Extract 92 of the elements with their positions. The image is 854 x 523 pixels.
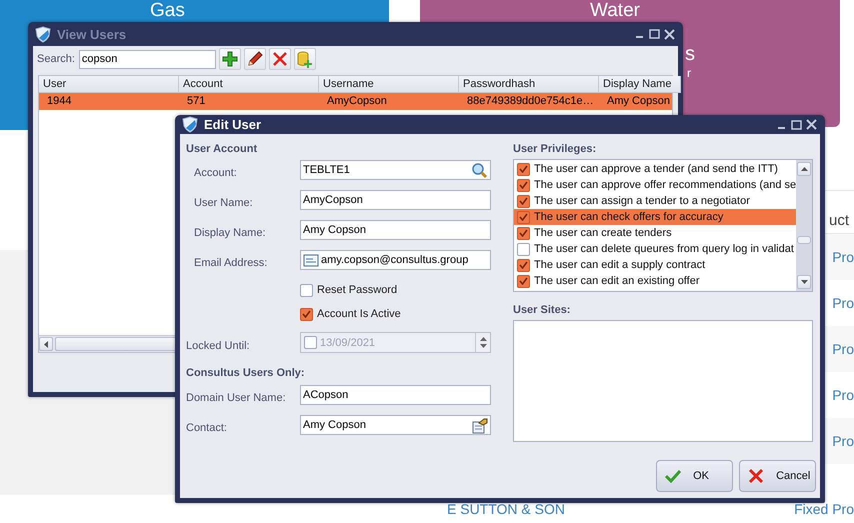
checkbox[interactable] (517, 162, 530, 176)
section-heading: User Privileges: (513, 142, 596, 157)
column-header[interactable]: User (39, 76, 179, 93)
pencil-icon (246, 51, 263, 67)
checkbox[interactable] (517, 210, 530, 224)
database-add-icon (296, 50, 314, 68)
field-label: Account: (193, 167, 238, 180)
link[interactable]: Pro (832, 341, 854, 357)
checkbox[interactable] (300, 284, 313, 296)
window-title: Edit User (204, 117, 262, 132)
list-item[interactable]: The user can create tenders (514, 225, 796, 241)
cross-icon (748, 468, 764, 484)
checkbox[interactable] (517, 226, 530, 240)
checkbox[interactable] (517, 178, 530, 192)
section-heading: User Sites: (513, 303, 570, 318)
checkbox[interactable] (517, 242, 530, 256)
field-label: User Name: (193, 197, 254, 210)
input-field[interactable]: Amy Copson (300, 415, 491, 435)
vertical-scrollbar[interactable] (796, 160, 812, 291)
date-value: 13/09/2021 (320, 336, 376, 348)
input-field[interactable]: TEBLTE1 (300, 160, 491, 180)
field-label: Domain User Name: (186, 392, 287, 405)
table-cell-text: 88e749389dd0e754c1e… (466, 94, 595, 109)
checkbox[interactable] (517, 274, 530, 288)
contact-card-icon[interactable] (471, 416, 488, 434)
column-header[interactable]: Account (179, 76, 319, 93)
tile-title: Water (590, 0, 640, 21)
link[interactable]: Pro (832, 249, 854, 265)
table-cell-text: 571 (186, 94, 206, 109)
field-label: Contact: (186, 422, 228, 435)
checkbox[interactable] (517, 194, 530, 208)
link[interactable]: Pro (832, 387, 854, 403)
window-title: View Users (57, 26, 128, 42)
list-item[interactable]: The user can edit a supply contract (514, 257, 796, 273)
check-icon (665, 469, 682, 483)
field-label: Email Address: (193, 257, 268, 270)
link[interactable]: Pro (832, 295, 854, 311)
cancel-button[interactable]: Cancel (739, 460, 816, 492)
spinner-arrows-icon[interactable] (480, 337, 486, 348)
checkbox[interactable] (517, 258, 530, 272)
section-heading: Consultus Users Only: (186, 366, 305, 381)
input-field[interactable]: AmyCopson (300, 190, 491, 210)
search-label: Search: (37, 53, 75, 65)
link[interactable]: Fixed Pro (794, 501, 854, 517)
field-label: Display Name: (193, 227, 267, 240)
tile-caption: r (687, 66, 691, 80)
plus-icon (222, 51, 238, 67)
toolbar-button[interactable] (244, 48, 266, 70)
list-item[interactable]: The user can approve offer recommendations (and se (514, 177, 796, 193)
link[interactable]: Pro (832, 433, 854, 449)
field-label: Locked Until: (186, 340, 251, 353)
table-cell-text: 1944 (46, 94, 72, 109)
list-item[interactable]: The user can approve a tender (and send the ITT) (514, 161, 796, 177)
up-arrow-icon[interactable] (800, 167, 808, 171)
ok-button[interactable]: OK (656, 460, 734, 492)
tile-title: Gas (150, 0, 185, 21)
section-heading: User Account (186, 142, 258, 157)
input-field[interactable]: Amy Copson (300, 220, 491, 240)
column-header[interactable]: Username (319, 76, 459, 93)
close-icon[interactable] (806, 119, 817, 130)
list-item[interactable]: The user can delete queures from query log in validat (514, 241, 796, 257)
scrollbar-thumb[interactable] (797, 236, 812, 244)
list-item[interactable]: The user can assign a tender to a negotiator (514, 193, 796, 209)
table-cell-text: Amy Copson (606, 94, 671, 109)
maximize-icon[interactable] (791, 120, 802, 130)
list-item[interactable]: The user can check offers for accuracy (514, 209, 796, 225)
maximize-icon[interactable] (649, 29, 660, 39)
input-field[interactable]: amy.copson@consultus.group (300, 250, 491, 270)
link[interactable]: E SUTTON & SON (447, 501, 565, 517)
table-row[interactable]: 1944 571 AmyCopson 88e749389dd0e754c1e… Amy Copson (39, 93, 672, 110)
checkbox[interactable] (300, 308, 313, 320)
checkbox[interactable] (304, 336, 317, 349)
shield-icon (35, 26, 51, 42)
input-field[interactable]: ACopson (300, 385, 491, 405)
left-arrow-icon[interactable] (44, 340, 48, 348)
checkbox-label: Account Is Active (317, 308, 401, 320)
down-arrow-icon[interactable] (800, 280, 808, 284)
toolbar-button[interactable] (218, 48, 241, 70)
list-item[interactable]: The user can edit an existing offer (514, 273, 796, 289)
tile-subtitle: s (685, 43, 695, 66)
table-cell-text: AmyCopson (326, 94, 388, 109)
column-header[interactable]: Passwordhash (459, 76, 599, 93)
toolbar-button[interactable] (268, 48, 291, 70)
column-heading: uct (828, 212, 849, 231)
column-header[interactable]: Display Name (599, 76, 681, 93)
search-icon[interactable] (471, 162, 488, 178)
checkbox-label: Reset Password (317, 284, 398, 296)
check-icon (302, 310, 311, 318)
close-icon[interactable] (664, 28, 675, 40)
search-field[interactable]: copson (78, 50, 216, 68)
delete-icon (272, 51, 288, 67)
card-icon (303, 254, 319, 266)
